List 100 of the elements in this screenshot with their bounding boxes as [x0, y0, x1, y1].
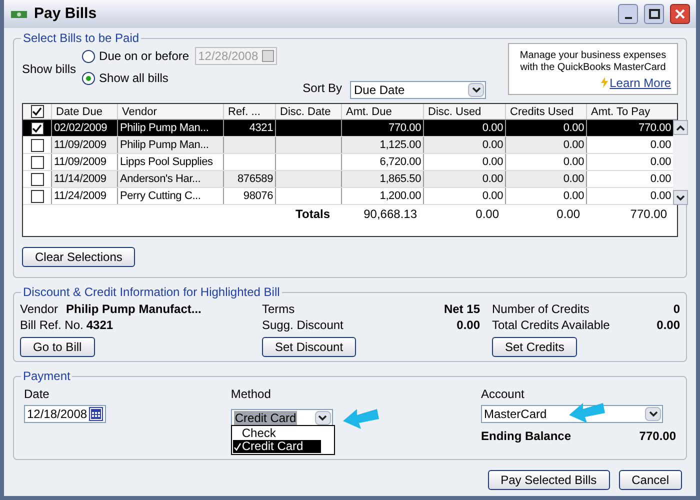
table-cell: 0.00: [423, 137, 505, 153]
table-cell: 0.00: [505, 137, 586, 153]
column-header[interactable]: Disc. Used: [423, 104, 505, 119]
row-checkbox[interactable]: [30, 190, 44, 202]
row-checkbox[interactable]: [30, 138, 44, 152]
bill-row[interactable]: 11/09/2009 Lipps Pool Supplies 6,720.00 0.00 0.00 0.00: [23, 154, 673, 171]
row-checkbox[interactable]: [30, 156, 44, 168]
table-cell: Lipps Pool Supplies: [117, 154, 223, 170]
table-cell: 0.00: [423, 120, 505, 136]
total-value: 90,668.13: [362, 206, 418, 223]
learn-more-link[interactable]: Learn More: [610, 76, 671, 88]
vendor-label: Vendor: [20, 301, 58, 317]
table-cell: 6,720.00: [341, 154, 423, 170]
bill-row[interactable]: 11/24/2009 Perry Cutting C... 98076 1,200.00 0.00 0.00 0.00: [23, 188, 673, 205]
table-cell: 11/14/2009: [51, 171, 117, 187]
table-cell: 0.00: [423, 171, 505, 187]
row-checkbox[interactable]: [30, 172, 44, 186]
window-title: Pay Bills: [34, 4, 98, 24]
close-icon[interactable]: [675, 9, 685, 19]
dropdown-arrow-icon[interactable]: [645, 407, 661, 421]
credits-count-label: Number of Credits: [492, 301, 590, 317]
table-cell: 1,865.50: [341, 171, 423, 187]
clear-selections-button[interactable]: Clear Selections: [22, 247, 136, 267]
table-cell: Philip Pump Man...: [117, 137, 223, 153]
sort-by-dropdown[interactable]: Due Date: [350, 81, 486, 99]
bill-row[interactable]: 11/14/2009 Anderson's Har... 876589 1,865.50 0.00 0.00 0.00: [23, 171, 673, 188]
table-cell: Philip Pump Man...: [117, 120, 223, 136]
table-cell: 98076: [223, 188, 275, 204]
account-label: Account: [481, 386, 526, 403]
set-credits-button[interactable]: Set Credits: [492, 337, 578, 357]
ending-balance-label: Ending Balance: [481, 428, 572, 445]
radio-label: Show all bills: [99, 70, 168, 87]
vendor-value: Philip Pump Manufact...: [66, 301, 202, 317]
terms-value: Net 15: [444, 301, 480, 317]
money-icon: [10, 8, 28, 20]
discount-value: 0.00: [456, 317, 480, 333]
total-value: 0.00: [556, 206, 581, 223]
dropdown-arrow-icon[interactable]: [468, 83, 484, 97]
scroll-up-icon[interactable]: [673, 120, 688, 135]
discount-label: Sugg. Discount: [262, 317, 344, 333]
column-header[interactable]: Amt. To Pay: [586, 104, 673, 119]
check-icon: [234, 442, 241, 450]
table-cell: 0.00: [423, 154, 505, 170]
terms-label: Terms: [262, 301, 295, 317]
account-dropdown[interactable]: MasterCard: [481, 405, 663, 423]
credits-count-value: 0: [673, 301, 680, 317]
table-cell: 0.00: [505, 188, 586, 204]
select-all-checkbox[interactable]: [30, 105, 44, 118]
bill-row[interactable]: 02/02/2009 Philip Pump Man... 4321 770.00 0.00 0.00 770.00: [23, 120, 673, 137]
bill-ref-value: 4321: [86, 317, 114, 333]
column-header[interactable]: Credits Used: [505, 104, 586, 119]
totals-label: Totals: [294, 206, 331, 223]
cancel-button[interactable]: Cancel: [618, 470, 682, 490]
radio-button[interactable]: [82, 50, 96, 62]
table-cell: 11/09/2009: [51, 154, 117, 170]
calendar-icon[interactable]: [89, 407, 103, 421]
table-cell: 4321: [223, 120, 275, 136]
table-cell: 876589: [223, 171, 275, 187]
column-header[interactable]: Disc. Date: [275, 104, 341, 119]
table-cell: 02/02/2009: [51, 120, 117, 136]
lightning-icon: [600, 77, 608, 88]
total-credits-value: 0.00: [656, 317, 680, 333]
date-label: Date: [24, 386, 50, 403]
sort-by-label: Sort By: [302, 80, 342, 97]
show-bills-label: Show bills: [22, 61, 76, 78]
scroll-down-icon[interactable]: [673, 190, 688, 205]
table-cell: 11/24/2009: [51, 188, 117, 204]
total-credits-label: Total Credits Available: [492, 317, 610, 333]
table-cell: [275, 171, 341, 187]
table-cell: Anderson's Har...: [117, 171, 223, 187]
bill-row[interactable]: 11/09/2009 Philip Pump Man... 1,125.00 0.00 0.00 0.00: [23, 137, 673, 154]
table-cell: 1,125.00: [341, 137, 423, 153]
radio-button[interactable]: [82, 72, 96, 84]
radio-label: Due on or before: [99, 48, 190, 65]
payment-date-field[interactable]: 12/18/2008: [24, 405, 106, 423]
minimize-button[interactable]: [618, 4, 638, 24]
group-title: Discount & Credit Information for Highlighted Bill: [21, 284, 282, 300]
column-header[interactable]: Date Due: [51, 104, 117, 119]
table-cell: 0.00: [423, 188, 505, 204]
total-value: 770.00: [629, 206, 668, 223]
table-cell: 0.00: [505, 171, 586, 187]
promo-text: Manage your business expenses with the QuickBooks MasterCard: [518, 50, 668, 74]
menu-option[interactable]: Credit Card: [232, 440, 321, 453]
close-button[interactable]: [670, 4, 690, 24]
row-checkbox[interactable]: [30, 122, 44, 134]
column-header[interactable]: Amt. Due: [341, 104, 423, 119]
table-cell: [275, 137, 341, 153]
method-value: Credit Card: [234, 411, 298, 425]
maximize-button[interactable]: [644, 4, 664, 24]
column-header[interactable]: Vendor: [117, 104, 223, 119]
set-discount-button[interactable]: Set Discount: [262, 337, 356, 357]
dropdown-arrow-icon[interactable]: [314, 411, 331, 425]
go-to-bill-button[interactable]: Go to Bill: [20, 337, 95, 357]
table-cell: 1,200.00: [341, 188, 423, 204]
column-header[interactable]: Ref. ...: [223, 104, 275, 119]
table-cell: 0.00: [505, 154, 586, 170]
bill-ref-label: Bill Ref. No.: [20, 317, 84, 333]
scrollbar[interactable]: [673, 120, 688, 205]
table-cell: 11/09/2009: [51, 137, 117, 153]
pay-selected-bills-button[interactable]: Pay Selected Bills: [488, 470, 610, 490]
